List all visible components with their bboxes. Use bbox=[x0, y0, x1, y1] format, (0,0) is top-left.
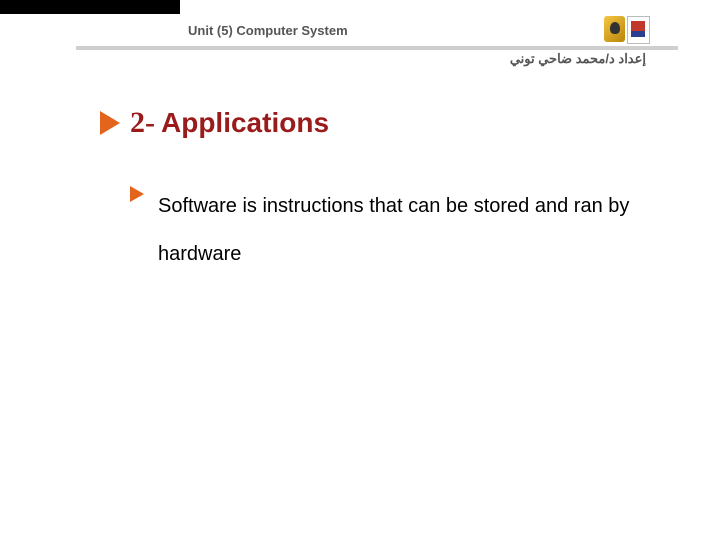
bullet-row: Software is instructions that can be sto… bbox=[130, 182, 640, 278]
section-title: Applications bbox=[161, 107, 329, 139]
top-black-bar bbox=[0, 0, 180, 14]
header: Unit (5) Computer System bbox=[188, 22, 660, 42]
unit-title: Unit (5) Computer System bbox=[188, 23, 348, 38]
triangle-bullet-icon bbox=[130, 186, 144, 202]
section-heading: 2- Applications bbox=[100, 106, 329, 140]
section-number: 2- bbox=[130, 106, 155, 140]
body-text: Software is instructions that can be sto… bbox=[158, 182, 640, 278]
triangle-bullet-icon bbox=[100, 111, 120, 135]
author-credit: إعداد د/محمد ضاحي توني bbox=[510, 51, 646, 67]
header-divider bbox=[76, 46, 678, 50]
body-content: Software is instructions that can be sto… bbox=[130, 182, 640, 278]
